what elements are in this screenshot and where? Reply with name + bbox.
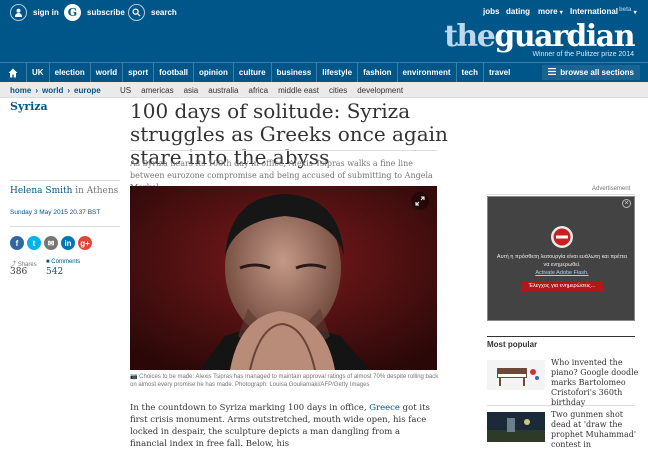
nav-item-travel[interactable]: travel — [483, 63, 515, 82]
piano-doodle-thumbnail — [487, 360, 545, 390]
dating-link[interactable]: dating — [506, 7, 530, 16]
browse-all-label: browse all sections — [560, 68, 634, 77]
user-icon — [10, 3, 27, 21]
email-share-button[interactable]: ✉ — [44, 236, 58, 250]
nav-item-sport[interactable]: sport — [122, 63, 153, 82]
logo-the: the — [444, 19, 496, 54]
subnav-item-australia[interactable]: australia — [208, 86, 238, 95]
divider — [10, 226, 120, 227]
breadcrumb-world[interactable]: world — [42, 86, 63, 95]
check-updates-button[interactable]: Έλεγχος για ενημερώσεις... — [521, 281, 603, 291]
search-link[interactable]: search — [128, 3, 177, 21]
googleplus-share-button[interactable]: g+ — [78, 236, 92, 250]
sub-nav: home › world › europe US americas asia aust… — [0, 82, 648, 98]
subnav-item-middle-east[interactable]: middle east — [278, 86, 319, 95]
most-popular-item-title: Two gunmen shot dead at 'draw the prophe… — [551, 410, 637, 449]
subnav-item-americas[interactable]: americas — [141, 86, 173, 95]
linkedin-share-button[interactable]: in — [61, 236, 75, 250]
nav-item-uk[interactable]: UK — [26, 63, 49, 82]
pulitzer-award-text: Winner of the Pulitzer prize 2014 — [532, 51, 634, 58]
subnav-item-cities[interactable]: cities — [329, 86, 347, 95]
subnav-item-asia[interactable]: asia — [184, 86, 199, 95]
byline: Helena Smith in Athens — [10, 186, 118, 196]
advertisement-label: Advertisement — [592, 186, 631, 192]
breadcrumb-separator: › — [67, 85, 71, 95]
browse-all-sections-button[interactable]: browse all sections — [542, 65, 640, 80]
breadcrumb-separator: › — [35, 85, 39, 95]
comments-count[interactable]: 542 — [46, 267, 63, 277]
breadcrumb-europe[interactable]: europe — [74, 86, 101, 95]
guardian-g-icon: G — [64, 3, 81, 21]
subnav-item-africa[interactable]: africa — [249, 86, 269, 95]
nav-item-environment[interactable]: environment — [396, 63, 456, 82]
top-bar: sign in G subscribe search jobs dating m… — [0, 0, 648, 62]
activate-flash-link[interactable]: Activate Adobe Flash. — [494, 270, 630, 276]
expand-icon — [415, 196, 425, 206]
subnav-item-us[interactable]: US — [120, 86, 131, 95]
search-icon — [128, 3, 145, 21]
article-main-photo — [130, 186, 437, 370]
beta-badge: beta — [619, 7, 632, 13]
home-icon[interactable] — [0, 63, 26, 82]
plugin-blocked-icon — [551, 226, 573, 248]
gunmen-news-thumbnail — [487, 412, 545, 442]
divider — [487, 194, 635, 195]
nav-item-election[interactable]: election — [48, 63, 90, 82]
camera-icon: 📷 — [130, 374, 138, 380]
facebook-share-button[interactable]: f — [10, 236, 24, 250]
edition-label: International — [570, 7, 619, 16]
breadcrumb: home › world › europe — [10, 82, 101, 98]
expand-image-button[interactable] — [411, 192, 429, 210]
chevron-down-icon: ▾ — [633, 10, 637, 16]
menu-icon — [548, 68, 557, 77]
breadcrumb-home[interactable]: home — [10, 86, 31, 95]
most-popular-item-title: Who invented the piano? Google doodle ma… — [551, 358, 639, 407]
nav-item-opinion[interactable]: opinion — [193, 63, 233, 82]
more-label: more — [538, 7, 558, 16]
nav-item-lifestyle[interactable]: lifestyle — [316, 63, 357, 82]
subnav-item-development[interactable]: development — [357, 86, 403, 95]
publish-date: Sunday 3 May 2015 20.37 BST — [10, 209, 101, 216]
most-popular-title: Most popular — [487, 340, 538, 349]
guardian-logo[interactable]: theguardian — [444, 19, 635, 54]
nav-item-tech[interactable]: tech — [455, 63, 483, 82]
subscribe-label: subscribe — [87, 7, 125, 17]
divider — [487, 405, 635, 406]
byline-location: in Athens — [72, 186, 119, 196]
divider — [130, 150, 437, 151]
signin-link[interactable]: sign in — [10, 3, 59, 21]
logo-guardian: guardian — [494, 19, 635, 54]
most-popular-item[interactable]: Who invented the piano? Google doodle ma… — [487, 358, 638, 407]
chevron-down-icon: ▾ — [559, 10, 563, 16]
subscribe-link[interactable]: G subscribe — [64, 3, 125, 21]
author-link[interactable]: Helena Smith — [10, 186, 72, 196]
shares-count: 386 — [10, 267, 28, 277]
greece-link[interactable]: Greece — [369, 403, 400, 413]
article-body: In the countdown to Syriza marking 100 d… — [130, 403, 430, 449]
divider — [487, 336, 635, 337]
divider — [10, 180, 120, 181]
ad-flash-warning: Αυτή η πρόσθετη λειτουργία είναι ευάλωτη… — [496, 254, 628, 268]
more-menu[interactable]: more ▾ — [538, 7, 563, 16]
share-buttons: f t ✉ in g+ — [10, 236, 95, 250]
twitter-share-button[interactable]: t — [27, 236, 41, 250]
nav-item-culture[interactable]: culture — [232, 63, 271, 82]
nav-item-business[interactable]: business — [270, 63, 317, 82]
nav-item-football[interactable]: football — [153, 63, 193, 82]
advertisement-slot[interactable]: × Αυτή η πρόσθετη λειτουργία είναι ευάλω… — [487, 196, 635, 321]
jobs-link[interactable]: jobs — [483, 7, 499, 16]
main-nav: UK election world sport football opinion cultu… — [0, 62, 648, 82]
search-label: search — [151, 7, 177, 17]
photo-caption: 📷 Choices to be made: Alexis Tsipras has… — [130, 374, 439, 388]
comment-icon: ■ — [46, 259, 50, 265]
section-label[interactable]: Syriza — [10, 100, 48, 113]
edition-switch[interactable]: Internationalbeta ▾ — [570, 7, 637, 16]
portrait-image — [130, 186, 437, 370]
comments-count-label[interactable]: ■ Comments — [46, 259, 80, 265]
nav-item-world[interactable]: world — [89, 63, 122, 82]
nav-item-fashion[interactable]: fashion — [357, 63, 396, 82]
signin-label: sign in — [33, 7, 59, 17]
ad-close-icon[interactable]: × — [622, 199, 631, 208]
